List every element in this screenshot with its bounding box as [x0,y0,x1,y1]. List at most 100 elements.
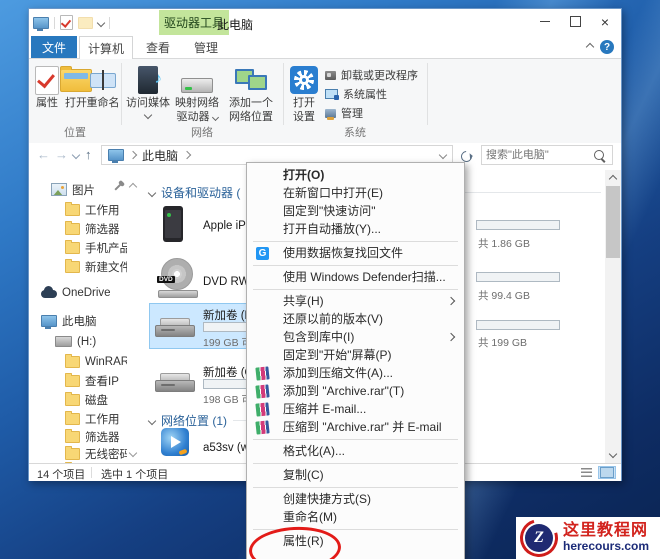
menu-separator [253,240,458,242]
address-dropdown-icon[interactable] [438,150,448,160]
tab-computer[interactable]: 计算机 [79,36,133,59]
properties-quick-icon[interactable] [60,15,73,30]
folder-icon [65,372,80,387]
access-media-button[interactable]: 访问媒体 [125,64,171,120]
manage-button[interactable]: 管理 [325,105,363,121]
menu-item-pin-quick-access[interactable]: 固定到"快速访问" [247,202,464,220]
sidebar-item-folder[interactable]: WinRAR [29,352,127,371]
menu-item-defender-scan[interactable]: 使用 Windows Defender扫描... [247,268,464,286]
computer-icon[interactable] [33,16,49,31]
sidebar-scroll-down-icon[interactable] [128,448,138,458]
divider [121,63,122,125]
tab-view[interactable]: 查看 [135,36,181,58]
tile-detail: 共 99.4 GB [478,290,530,302]
search-input[interactable] [482,149,594,161]
sidebar-item-folder[interactable]: 筛选器 [29,219,127,238]
breadcrumb-chevron-icon[interactable] [182,150,192,160]
menu-item-compress-email[interactable]: 压缩并 E-mail... [247,400,464,418]
system-properties-button[interactable]: 系统属性 [325,86,387,102]
collapse-group-icon[interactable] [147,188,157,197]
tile-detail: 198 GB 可 [203,394,253,406]
sidebar-item-this-pc[interactable]: 此电脑 [29,311,127,330]
menu-item-open[interactable]: 打开(O) [247,166,464,184]
close-button[interactable]: × [590,10,620,33]
scroll-up-icon[interactable] [608,174,618,184]
menu-item-include-in-library[interactable]: 包含到库中(I) [247,328,464,346]
add-network-location-button[interactable]: 添加一个 网络位置 [225,64,277,124]
menu-item-restore-versions[interactable]: 还原以前的版本(V) [247,310,464,328]
sidebar-item-folder[interactable]: 工作用 [29,409,127,428]
scrollbar-vertical[interactable] [605,170,621,463]
tile-detail: 共 199 GB [478,337,528,349]
breadcrumb-chevron-icon[interactable] [128,150,138,160]
tab-manage[interactable]: 管理 [183,36,229,58]
menu-item-open-new-window[interactable]: 在新窗口中打开(E) [247,184,464,202]
search-box [481,145,613,165]
folder-icon [65,220,80,235]
menu-item-data-recovery[interactable]: 使用数据恢复找回文件 [247,244,464,262]
help-icon[interactable]: ? [600,40,614,54]
minimize-button[interactable] [530,10,560,33]
collapse-group-icon[interactable] [147,416,157,425]
properties-button[interactable]: 属性 [32,64,62,110]
sidebar-item-folder[interactable]: 工作用 [29,200,127,219]
customize-toolbar-icon[interactable] [96,18,106,27]
uninstall-program-button[interactable]: 卸载或更改程序 [325,67,418,83]
menu-separator [253,438,458,440]
scrollbar-thumb[interactable] [606,186,620,258]
capacity-bar [476,220,560,230]
tile-label[interactable]: DVD RW [203,276,249,288]
tile-label[interactable]: Apple iPh [203,220,252,232]
divider [91,467,92,478]
collapse-ribbon-icon[interactable] [585,42,595,52]
watermark-site-url: herecours.com [563,539,650,554]
menu-item-add-to-archive[interactable]: 添加到压缩文件(A)... [247,364,464,382]
menu-item-create-shortcut[interactable]: 创建快捷方式(S) [247,490,464,508]
menu-item-pin-to-start[interactable]: 固定到"开始"屏幕(P) [247,346,464,364]
menu-item-compress-rar-email[interactable]: 压缩到 "Archive.rar" 并 E-mail [247,418,464,436]
back-icon[interactable]: ← [37,148,50,162]
sidebar-item-onedrive[interactable]: OneDrive [29,283,127,302]
sidebar-item-folder[interactable]: 查看IP [29,371,127,390]
folder-icon [65,258,80,273]
winrar-icon [255,419,270,435]
maximize-button[interactable] [560,10,590,33]
sidebar-scroll-up-icon[interactable] [128,182,138,192]
computer-icon [41,314,57,329]
menu-item-share[interactable]: 共享(H) [247,292,464,310]
open-settings-button[interactable]: 打开 设置 [287,64,321,124]
submenu-arrow-icon [446,296,456,306]
ribbon: 属性 打开 重命名 位置 访问媒体 映射网络 驱动器 [29,58,621,144]
network-tile-wmp[interactable]: Windows Media Player [153,428,197,463]
forward-icon[interactable]: → [55,148,68,162]
drive-tile-dvd[interactable]: DVD [157,258,199,300]
up-icon[interactable]: ↑ [85,148,92,162]
menu-item-rename[interactable]: 重命名(M) [247,508,464,526]
view-thumbnails-button[interactable] [598,466,616,479]
tab-file[interactable]: 文件 [31,36,77,58]
breadcrumb-location[interactable]: 此电脑 [142,147,178,164]
menu-item-autoplay[interactable]: 打开自动播放(Y)... [247,220,464,238]
ribbon-tab-row: 文件 计算机 查看 管理 ? [29,36,621,59]
rename-button[interactable]: 重命名 [85,64,121,110]
sidebar-item-folder[interactable]: 手机产品NPI培训 [29,238,127,257]
search-icon[interactable] [594,150,604,160]
new-folder-quick-icon[interactable] [78,16,93,29]
tile-label[interactable]: a53sv (wl [203,442,252,454]
recent-locations-icon[interactable] [71,150,81,160]
desktop: 驱动器工具 此电脑 × 文件 计算机 查看 管理 ? 属性 打开 重命名 位置 … [0,0,660,559]
sidebar-item-pictures[interactable]: 图片 [29,180,127,199]
menu-item-format[interactable]: 格式化(A)... [247,442,464,460]
menu-item-add-to-rar[interactable]: 添加到 "Archive.rar"(T) [247,382,464,400]
dvd-badge: DVD [157,276,175,283]
drive-tile-iphone[interactable] [163,206,183,247]
view-details-button[interactable] [577,466,595,479]
divider [109,16,110,29]
menu-item-copy[interactable]: 复制(C) [247,466,464,484]
map-network-drive-button[interactable]: 映射网络 驱动器 [173,64,221,124]
sidebar-item-folder[interactable]: 磁盘 [29,390,127,409]
sidebar-item-folder[interactable]: 新建文件夹 [29,257,127,276]
scroll-down-icon[interactable] [608,449,618,459]
computer-icon [108,149,124,163]
sidebar-item-drive-h[interactable]: (H:) [29,332,127,351]
